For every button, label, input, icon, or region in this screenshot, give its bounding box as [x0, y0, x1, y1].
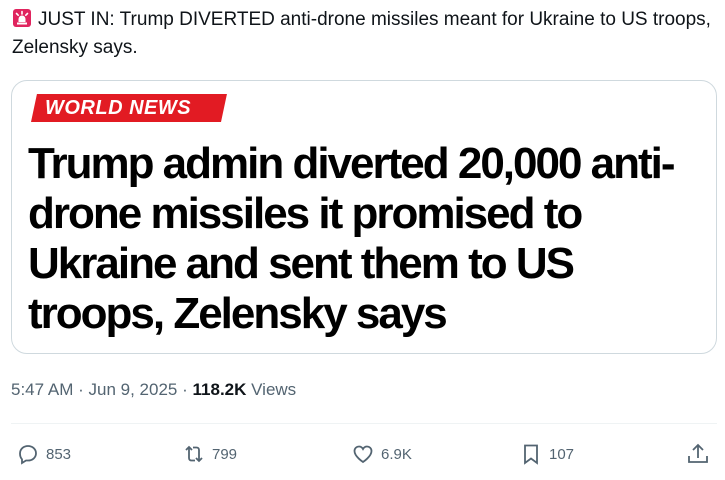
tweet-text: JUST IN: Trump DIVERTED anti-drone missi… [12, 6, 712, 62]
tweet-meta: 5:47 AM · Jun 9, 2025 · 118.2K Views [11, 378, 296, 402]
like-button[interactable]: 6.9K [351, 440, 412, 468]
reply-icon [19, 445, 37, 465]
police-siren-icon [12, 8, 32, 28]
heart-icon [353, 445, 373, 464]
meta-separator: · [182, 380, 188, 399]
tweet-date[interactable]: Jun 9, 2025 [89, 380, 178, 399]
repost-icon [185, 445, 203, 463]
reply-button[interactable]: 853 [16, 440, 71, 468]
like-count: 6.9K [381, 445, 412, 463]
bookmark-count: 107 [549, 445, 575, 463]
section-badge: WORLD NEWS [31, 94, 227, 122]
tweet-time[interactable]: 5:47 AM [11, 380, 73, 399]
share-icon [688, 443, 708, 463]
repost-button[interactable]: 799 [182, 440, 237, 468]
bookmark-icon [524, 444, 538, 465]
bookmark-button[interactable]: 107 [519, 440, 574, 468]
divider [11, 423, 717, 424]
reply-count: 853 [46, 445, 72, 463]
share-button[interactable] [684, 442, 712, 466]
article-headline: Trump admin diverted 20,000 anti-drone m… [28, 139, 676, 338]
meta-separator: · [78, 380, 84, 399]
link-card[interactable]: WORLD NEWS Trump admin diverted 20,000 a… [11, 80, 717, 354]
section-label: WORLD NEWS [45, 97, 192, 119]
views-label: Views [251, 380, 297, 399]
tweet-body: JUST IN: Trump DIVERTED anti-drone missi… [12, 9, 711, 58]
repost-count: 799 [212, 445, 238, 463]
views-count: 118.2K [192, 380, 247, 399]
